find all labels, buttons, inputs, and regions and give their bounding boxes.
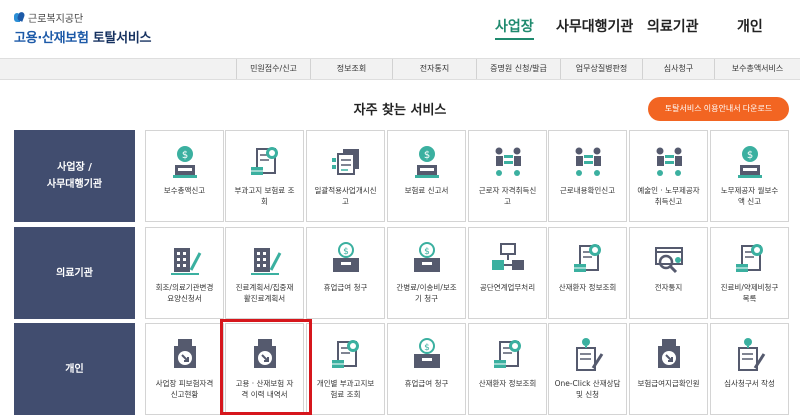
service-tile-label: 진료비/약제비청구 목록 [720,283,779,303]
service-tile[interactable]: 사업장 피보험자격 신고현황 [145,323,224,415]
download-box-icon [649,334,689,374]
service-tile-label: 근로내용확인신고 [559,186,616,195]
svg-text:$: $ [424,247,430,257]
service-tile[interactable]: 일괄적용사업개시신 고 [306,130,385,222]
service-tile-label: 진료계획서/집중재 활진료계획서 [235,283,294,303]
money-box-icon: $ [407,334,447,374]
service-tile[interactable]: One-Click 산재상담 및 신청 [548,323,627,415]
money-box-icon: $ [326,238,366,278]
people-flow-icon [488,141,528,181]
building-pen-icon [245,238,285,278]
service-tile-label: 휴업급여 청구 [404,379,449,388]
document-stack-icon [326,141,366,181]
subnav-civil-complaint[interactable]: 민원접수/신고 [236,59,310,79]
svg-text:$: $ [343,247,349,257]
service-tile-label: 전자통지 [654,283,683,292]
subnav-e-notice[interactable]: 전자통지 [392,59,476,79]
service-tile[interactable]: 산재환자 정보조회 [548,227,627,319]
topnav-individual[interactable]: 개인 [737,16,763,36]
topnav-medical[interactable]: 의료기관 [647,16,699,36]
service-tile-label: 보험료 신고서 [404,186,449,195]
service-tile[interactable]: 전자통지 [629,227,708,319]
computer-link-icon [488,238,528,278]
sub-navigation: 민원접수/신고 정보조회 전자통지 증명원 신청/발급 업무상질병판정 심사청구… [0,58,800,80]
subnav-review-claim[interactable]: 심사청구 [642,59,714,79]
service-tile[interactable]: 진료계획서/집중재 활진료계획서 [225,227,304,319]
service-tile[interactable]: 산재환자 정보조회 [468,323,547,415]
people-flow-icon [649,141,689,181]
service-tile-label: 산재환자 정보조회 [478,379,537,388]
top-navigation: 사업장 사무대행기관 의료기관 개인 [0,16,800,40]
service-tile[interactable]: 부과고지 보험료 조 회 [225,130,304,222]
service-tile-label: One-Click 산재상담 및 신청 [554,379,621,399]
document-pen-icon [730,334,770,374]
service-tile-label: 회조/의료기관변경 요양신청서 [155,283,214,303]
service-tile-label: 부과고지 보험료 조 회 [234,186,295,206]
row-label-1: 의료기관 [14,227,135,319]
service-tile[interactable]: 예술인 · 노무제공자 취득신고 [629,130,708,222]
subnav-wage-service[interactable]: 보수총액서비스 [714,59,800,79]
row-label-2: 개인 [14,323,135,415]
service-tile-label: 사업장 피보험자격 신고현황 [155,379,214,399]
service-tile-label: 일괄적용사업개시신 고 [314,186,377,206]
service-tile-label: 간병료/이송비/보조 기 청구 [396,283,457,303]
service-tile-label: 예술인 · 노무제공자 취득신고 [637,186,700,206]
service-tile[interactable]: 심사청구서 작성 [710,323,789,415]
topnav-business[interactable]: 사업장 [495,16,534,40]
svg-text:$: $ [423,150,429,161]
money-person-icon: $ [730,141,770,181]
service-tile[interactable]: 진료비/약제비청구 목록 [710,227,789,319]
invoice-search-icon [488,334,528,374]
row-label-0: 사업장 / 사무대행기관 [14,130,135,222]
service-tile-label: 보험급여지급확인원 [637,379,700,388]
service-tile[interactable]: 공단연계업무처리 [468,227,547,319]
service-tile[interactable]: 회조/의료기관변경 요양신청서 [145,227,224,319]
service-tile[interactable]: 고용 · 산재보험 자 격 이력 내역서 [225,323,304,415]
service-tile[interactable]: $ 보험료 신고서 [387,130,466,222]
svg-text:$: $ [746,150,752,161]
invoice-search-icon [326,334,366,374]
invoice-search-icon [245,141,285,181]
money-box-icon: $ [407,238,447,278]
service-tile-label: 보수총액신고 [163,186,206,195]
money-person-icon: $ [165,141,205,181]
download-box-icon [165,334,205,374]
search-box-icon [649,238,689,278]
service-tile[interactable]: $ 간병료/이송비/보조 기 청구 [387,227,466,319]
building-pen-icon [165,238,205,278]
invoice-search-icon [568,238,608,278]
money-person-icon: $ [407,141,447,181]
subnav-disease-judgment[interactable]: 업무상질병판정 [560,59,642,79]
service-tile-label: 공단연계업무처리 [479,283,536,292]
site-header: 근로복지공단 고용·산재보험 토탈서비스 사업장 사무대행기관 의료기관 개인 [0,0,800,58]
svg-text:$: $ [181,150,187,161]
service-tile-label: 심사청구서 작성 [724,379,775,388]
subnav-certificate[interactable]: 증명원 신청/발급 [476,59,560,79]
service-tile-label: 고용 · 산재보험 자 격 이력 내역서 [235,379,294,399]
service-tile[interactable]: 근로내용확인신고 [548,130,627,222]
people-flow-icon [568,141,608,181]
service-tile[interactable]: $ 휴업급여 청구 [306,227,385,319]
subnav-info-lookup[interactable]: 정보조회 [310,59,392,79]
service-tile[interactable]: 근로자 자격취득신 고 [468,130,547,222]
invoice-search-icon [730,238,770,278]
topnav-agency[interactable]: 사무대행기관 [556,16,633,36]
svg-text:$: $ [424,343,430,353]
service-tile[interactable]: 개인별 부과고지보 험료 조회 [306,323,385,415]
service-tile[interactable]: $ 노무제공자 월보수 액 신고 [710,130,789,222]
service-tile[interactable]: $ 보수총액신고 [145,130,224,222]
service-tile-label: 산재환자 정보조회 [558,283,617,292]
service-tile[interactable]: $ 휴업급여 청구 [387,323,466,415]
service-tile-label: 노무제공자 월보수 액 신고 [720,186,779,206]
service-tile[interactable]: 보험급여지급확인원 [629,323,708,415]
service-tile-label: 개인별 부과고지보 험료 조회 [316,379,375,399]
service-tile-label: 휴업급여 청구 [323,283,368,292]
service-tile-label: 근로자 자격취득신 고 [478,186,537,206]
download-box-icon [245,334,285,374]
document-pen-icon [568,334,608,374]
guide-download-button[interactable]: 토탈서비스 이용안내서 다운로드 [648,97,789,121]
